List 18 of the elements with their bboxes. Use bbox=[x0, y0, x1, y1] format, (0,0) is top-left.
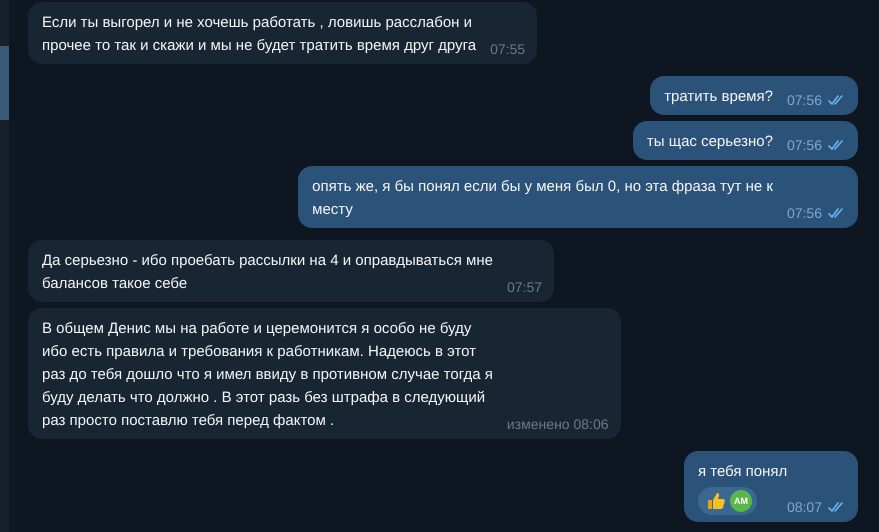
scrollbar-thumb[interactable] bbox=[0, 46, 9, 120]
message-time: 07:55 bbox=[490, 40, 526, 58]
reaction-avatar: AM bbox=[730, 490, 752, 512]
message-text: опять же, я бы понял если бы у меня был 0, но эта фраза тут не к месту bbox=[312, 177, 773, 220]
reaction-chip[interactable]: AM bbox=[698, 487, 757, 515]
message-time: изменено 08:06 bbox=[506, 415, 609, 433]
message-text: ты щас серьезно? bbox=[646, 132, 773, 152]
message-time: 07:56 bbox=[786, 91, 822, 109]
thumbs-up-icon bbox=[706, 491, 726, 511]
message-text: Да серьезно - ибо проебать рассылки на 4 и оправдываться мне балансов такое себе bbox=[42, 251, 493, 294]
message-time: 08:07 bbox=[786, 498, 822, 516]
message-time: 07:56 bbox=[786, 204, 822, 222]
message-text: тратить время? bbox=[664, 87, 773, 107]
message-time: 07:57 bbox=[506, 278, 542, 296]
message-time: 07:56 bbox=[786, 136, 822, 154]
message-text: В общем Денис мы на работе и церемонится я особо не буду ибо есть правила и требования к работникам. Надеюсь в этот раз до тебя дошло что я имел ввиду в противном случае тогда я буду делать что должно . В этот разь без штрафа в следующий раз просто поставлю тебя перед фактом . bbox=[42, 319, 493, 431]
message-text: я тебя понял bbox=[698, 462, 788, 482]
message-text: Если ты выгорел и не хочешь работать , ловишь расслабон и прочее то так и скажи и мы не будет тратить время друг друга bbox=[42, 13, 476, 56]
